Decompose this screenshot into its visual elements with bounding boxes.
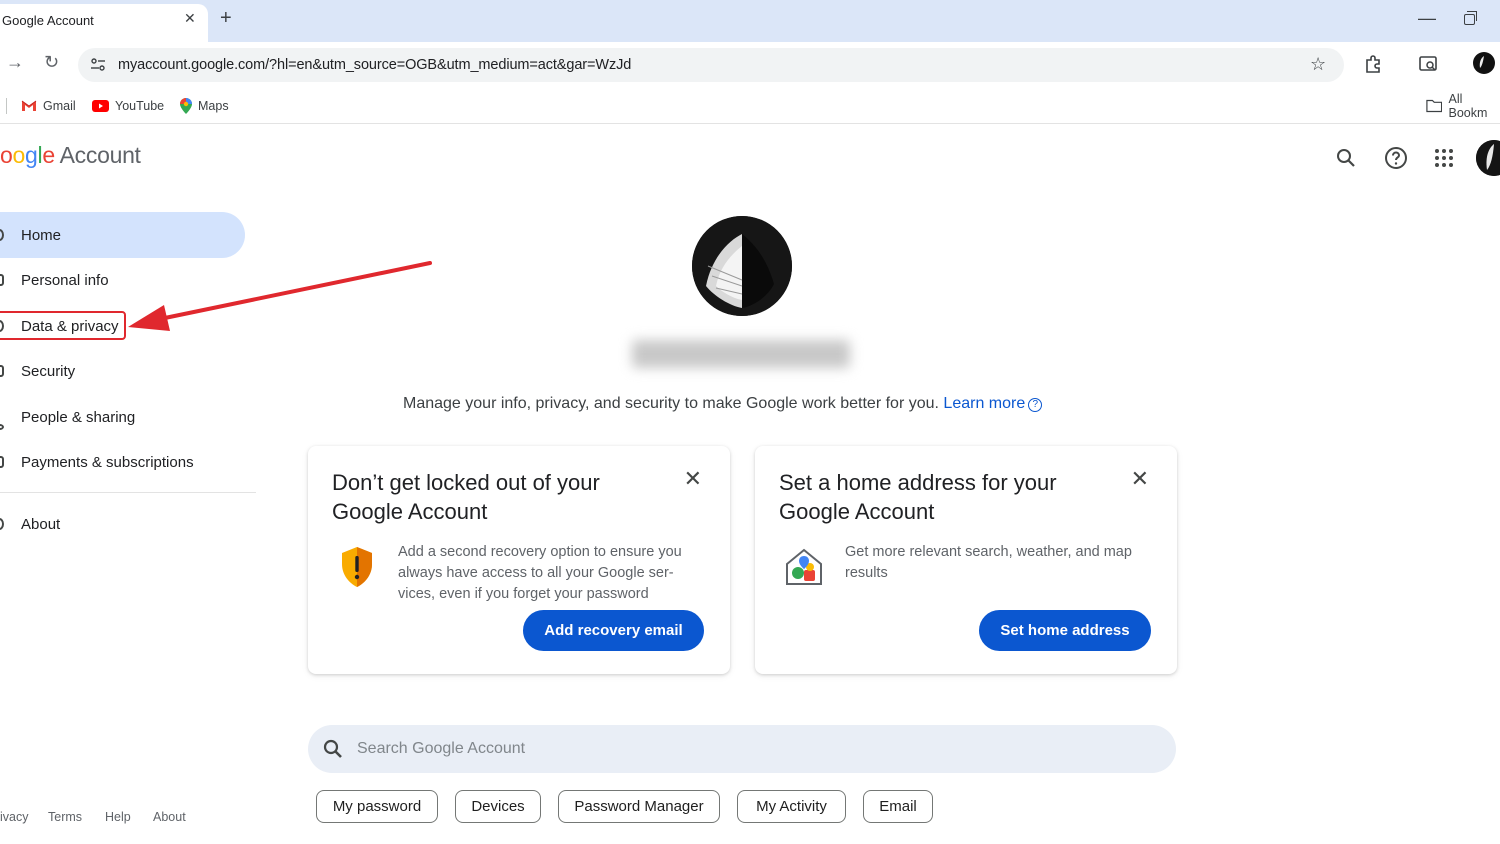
profile-avatar-icon[interactable] <box>1473 52 1495 74</box>
search-icon <box>323 739 342 758</box>
annotation-arrow <box>128 261 432 331</box>
intro-text: Manage your info, privacy, and security … <box>403 395 1043 413</box>
home-address-icon <box>786 548 822 585</box>
account-avatar[interactable] <box>1476 140 1500 176</box>
recovery-card: Don’t get locked out of your Google Acco… <box>308 446 730 674</box>
home-icon <box>0 229 4 241</box>
restore-button[interactable] <box>1464 11 1477 25</box>
sidebar-item-about[interactable]: About <box>0 501 245 547</box>
tab-close-icon[interactable]: ✕ <box>184 10 196 27</box>
apps-grid-icon[interactable] <box>1432 146 1456 170</box>
logo-letter: e <box>42 142 55 168</box>
sidebar-item-home[interactable]: Home <box>0 212 245 258</box>
logo-letter: o <box>12 142 26 168</box>
logo-letter: o <box>0 142 13 168</box>
close-icon[interactable]: ✕ <box>1131 468 1149 490</box>
bookmark-youtube[interactable]: YouTube <box>92 96 164 116</box>
bookmarks-divider <box>6 98 7 114</box>
gmail-icon <box>21 100 37 111</box>
browser-tab[interactable]: Google Account ✕ <box>0 4 208 42</box>
sidebar-item-payments[interactable]: Payments & subscriptions <box>0 439 245 485</box>
profile-name-blurred <box>632 340 850 368</box>
chip-my-password[interactable]: My password <box>316 790 438 823</box>
chip-password-manager[interactable]: Password Manager <box>558 790 720 823</box>
sidebar-item-security[interactable]: Security <box>0 348 245 394</box>
site-settings-icon[interactable] <box>90 57 106 73</box>
url-text: myaccount.google.com/?hl=en&utm_source=O… <box>118 57 632 73</box>
footer-privacy-link[interactable]: ivacy <box>0 810 28 824</box>
profile-picture[interactable] <box>692 216 792 316</box>
browser-toolbar: → ↻ myaccount.google.com/?hl=en&utm_sour… <box>0 42 1500 88</box>
all-bookmarks[interactable]: All Bookm <box>1426 92 1500 120</box>
search-icon[interactable] <box>1334 146 1358 170</box>
intro-description: Manage your info, privacy, and security … <box>403 395 939 412</box>
chip-my-activity[interactable]: My Activity <box>737 790 846 823</box>
info-icon <box>0 518 4 530</box>
tab-strip: Google Account ✕ + — <box>0 0 1500 42</box>
sidebar-item-people-sharing[interactable]: People & sharing <box>0 394 245 440</box>
person-card-icon <box>0 274 4 286</box>
maps-icon <box>180 98 192 114</box>
avatar-image <box>1476 140 1500 176</box>
people-icon <box>0 424 4 430</box>
search-input[interactable]: Search Google Account <box>357 740 525 758</box>
card-title: Set a home address for your Google Accou… <box>779 470 1057 524</box>
sidebar-divider <box>0 492 256 493</box>
youtube-icon <box>92 100 109 112</box>
add-recovery-email-button[interactable]: Add recovery email <box>523 610 704 651</box>
bookmark-star-icon[interactable]: ☆ <box>1310 54 1326 75</box>
footer-about-link[interactable]: About <box>153 810 186 824</box>
logo-letter: g <box>25 142 38 168</box>
bookmark-label: Maps <box>198 99 229 113</box>
new-tab-button[interactable]: + <box>220 8 232 28</box>
bookmarks-bar: Gmail YouTube Maps All Bookm <box>0 88 1500 124</box>
bookmark-label: Gmail <box>43 99 76 113</box>
all-bookmarks-label: All Bookm <box>1448 92 1488 120</box>
footer-terms-link[interactable]: Terms <box>48 810 82 824</box>
sidebar-item-label: Home <box>21 226 62 244</box>
bookmark-maps[interactable]: Maps <box>180 96 229 116</box>
reload-icon[interactable]: ↻ <box>44 52 59 73</box>
profile-image <box>692 216 792 316</box>
card-title: Don’t get locked out of your Google Acco… <box>332 470 600 524</box>
account-search-bar[interactable]: Search Google Account <box>308 725 1176 773</box>
set-home-address-button[interactable]: Set home address <box>979 610 1151 651</box>
tab-title: Google Account <box>2 13 94 28</box>
help-icon[interactable] <box>1384 146 1408 170</box>
google-account-logo[interactable]: oogle Account <box>0 142 141 169</box>
card-body: Add a second recovery option to ensure y… <box>398 544 682 602</box>
credit-card-icon <box>0 456 4 468</box>
tab-search-icon[interactable] <box>1418 54 1438 74</box>
sidebar-item-label: People & sharing <box>21 408 136 426</box>
sidebar-item-label: About <box>21 515 61 533</box>
home-address-card: Set a home address for your Google Accou… <box>755 446 1177 674</box>
minimize-button[interactable]: — <box>1418 8 1436 29</box>
lock-icon <box>0 365 4 377</box>
sidebar-item-label: Security <box>21 362 76 380</box>
chip-devices[interactable]: Devices <box>455 790 541 823</box>
sidebar-item-label: Payments & subscriptions <box>21 453 194 471</box>
extensions-icon[interactable] <box>1363 54 1383 74</box>
chip-email[interactable]: Email <box>863 790 933 823</box>
sidebar-item-label: Personal info <box>21 271 109 289</box>
bookmark-gmail[interactable]: Gmail <box>21 96 76 116</box>
learn-more-link[interactable]: Learn more <box>943 395 1025 412</box>
shield-warning-icon <box>342 547 372 587</box>
forward-icon[interactable]: → <box>6 52 24 73</box>
card-body: Get more relevant search, weather, and m… <box>845 544 1132 581</box>
annotation-highlight-box <box>0 311 126 340</box>
help-circle-icon[interactable]: ? <box>1028 398 1043 412</box>
folder-icon <box>1426 99 1443 113</box>
bookmark-label: YouTube <box>115 99 165 113</box>
close-icon[interactable]: ✕ <box>684 468 702 490</box>
logo-suffix: Account <box>59 142 141 168</box>
footer-help-link[interactable]: Help <box>105 810 131 824</box>
address-bar[interactable]: myaccount.google.com/?hl=en&utm_source=O… <box>78 48 1344 82</box>
